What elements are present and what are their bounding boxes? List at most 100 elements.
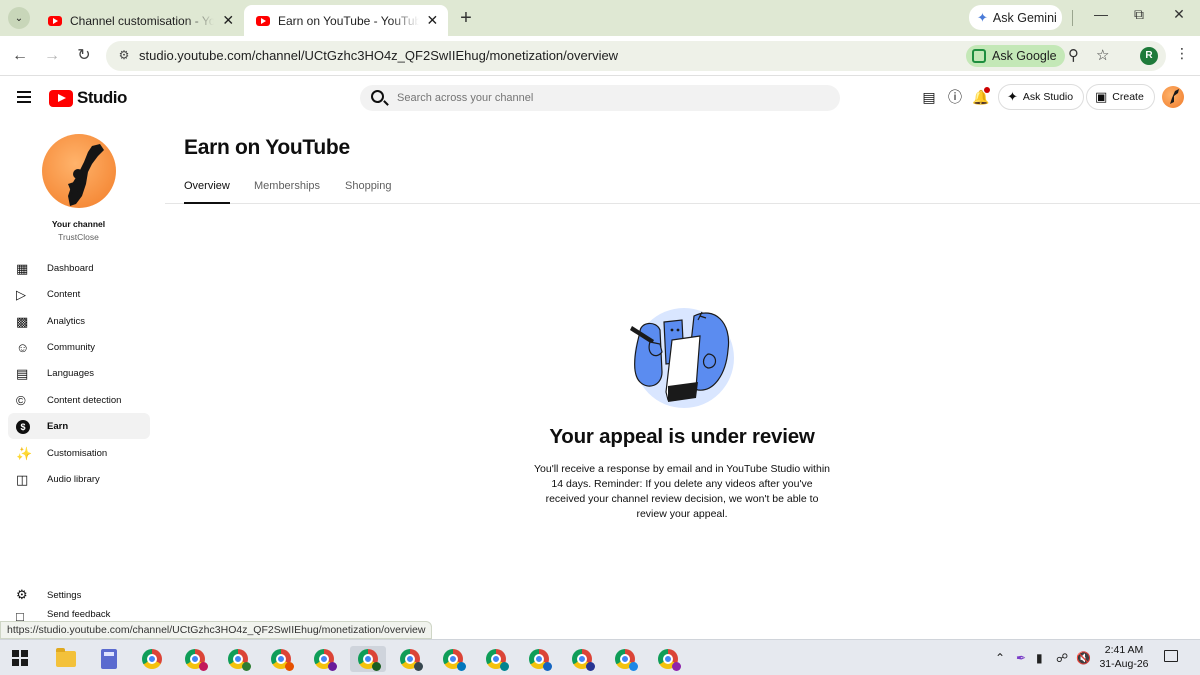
studio-header: Studio ▤ ⓘ 🔔 ✦ Ask Studio ▣ Create	[0, 76, 1200, 118]
calculator-icon[interactable]	[96, 646, 122, 672]
wand-icon: ✨	[16, 445, 33, 461]
browser-tab-earn-on-youtube[interactable]: Earn on YouTube - YouTube Studio ✕	[244, 5, 448, 36]
separator	[1072, 10, 1073, 26]
taskbar-clock[interactable]: 2:41 AM 31-Aug-26	[1096, 643, 1152, 671]
sidebar-item-languages[interactable]: ▤ Languages	[8, 360, 150, 386]
channel-avatar[interactable]	[42, 134, 116, 208]
appeal-status-description: You'll receive a response by email and i…	[533, 463, 830, 520]
close-tab-icon[interactable]: ✕	[220, 12, 236, 29]
volume-muted-icon[interactable]: 🔇	[1076, 651, 1091, 665]
search-input[interactable]	[397, 88, 817, 108]
sidebar-item-content-detection[interactable]: © Content detection	[8, 387, 150, 413]
sidebar-item-customisation[interactable]: ✨ Customisation	[8, 440, 150, 466]
chrome-profile-taskbar-icon[interactable]	[397, 646, 423, 672]
sidebar-item-label: Community	[47, 341, 96, 353]
file-explorer-icon[interactable]	[53, 646, 79, 672]
chrome-profile-taskbar-icon[interactable]	[612, 646, 638, 672]
close-tab-icon[interactable]: ✕	[425, 12, 440, 29]
chrome-profile-taskbar-icon[interactable]	[268, 646, 294, 672]
close-window-button[interactable]: ✕	[1164, 6, 1194, 23]
sidebar-item-content[interactable]: ▷ Content	[8, 281, 150, 307]
your-channel-label: Your channel	[51, 219, 106, 229]
chrome-profile-taskbar-icon[interactable]	[526, 646, 552, 672]
back-button[interactable]: ←	[10, 46, 30, 66]
account-avatar[interactable]	[1162, 86, 1184, 108]
minimize-window-button[interactable]: —	[1086, 6, 1116, 22]
gear-icon: ⚙	[16, 587, 28, 602]
site-info-icon[interactable]: ⚙	[116, 48, 132, 64]
chrome-profile-taskbar-icon[interactable]	[225, 646, 251, 672]
sidebar-item-community[interactable]: ☺ Community	[8, 334, 150, 360]
zoom-search-icon[interactable]: ⚲	[1068, 46, 1079, 64]
reload-button[interactable]: ↻	[74, 46, 94, 66]
studio-logo[interactable]: Studio	[49, 88, 127, 108]
search-icon	[371, 90, 384, 103]
create-video-icon: ▣	[1095, 89, 1108, 104]
clock-date: 31-Aug-26	[1099, 658, 1149, 670]
chrome-active-taskbar-icon[interactable]	[350, 646, 386, 672]
ask-gemini-button[interactable]: ✦ Ask Gemini	[969, 5, 1062, 30]
messages-icon[interactable]: ▤	[920, 88, 938, 106]
menu-hamburger-icon[interactable]	[17, 91, 31, 103]
audio-library-icon: ◫	[16, 471, 29, 487]
sidebar-item-dashboard[interactable]: ▦ Dashboard	[8, 255, 150, 281]
feedback-icon: □	[16, 609, 24, 621]
chrome-taskbar-icon[interactable]	[139, 646, 165, 672]
chrome-profile-taskbar-icon[interactable]	[182, 646, 208, 672]
address-bar[interactable]: ⚙ studio.youtube.com/channel/UCtGzhc3HO4…	[106, 41, 1166, 71]
tab-shopping[interactable]: Shopping	[345, 180, 392, 192]
browser-profile-avatar[interactable]: R	[1140, 47, 1158, 65]
tab-title: Channel customisation - YouTube Studio	[70, 13, 215, 28]
chrome-profile-taskbar-icon[interactable]	[655, 646, 681, 672]
pen-tray-icon[interactable]: ✒	[1016, 651, 1026, 665]
sidebar-item-send-feedback[interactable]: □ Send feedback	[8, 609, 150, 621]
tray-overflow-chevron-icon[interactable]: ⌃	[995, 651, 1005, 665]
ask-google-button[interactable]: Ask Google	[966, 45, 1065, 67]
bookmark-star-icon[interactable]: ☆	[1096, 46, 1109, 64]
tab-overview[interactable]: Overview	[184, 180, 230, 204]
sidebar-item-settings[interactable]: ⚙ Settings	[8, 583, 150, 607]
sidebar-item-label: Send feedback	[47, 609, 111, 620]
sidebar-item-earn[interactable]: $ Earn	[8, 413, 150, 439]
tab-memberships[interactable]: Memberships	[254, 180, 320, 192]
chrome-profile-taskbar-icon[interactable]	[311, 646, 337, 672]
restore-window-button[interactable]: ⧉	[1124, 6, 1154, 23]
community-icon: ☺	[16, 339, 30, 355]
sidebar-item-analytics[interactable]: ▩ Analytics	[8, 308, 150, 334]
link-status-bar: https://studio.youtube.com/channel/UCtGz…	[0, 621, 433, 639]
network-icon[interactable]: ☍	[1056, 651, 1068, 665]
sidebar-item-audio-library[interactable]: ◫ Audio library	[8, 466, 150, 492]
browser-menu-icon[interactable]: ⋮	[1175, 45, 1189, 62]
help-icon[interactable]: ⓘ	[946, 88, 964, 106]
content-icon: ▷	[16, 286, 26, 302]
dashboard-icon: ▦	[16, 260, 29, 276]
tab-search-button[interactable]: ⌄	[8, 7, 30, 29]
sidebar-item-label: Analytics	[47, 315, 86, 327]
channel-search-box[interactable]	[360, 85, 840, 111]
ask-studio-button[interactable]: ✦ Ask Studio	[998, 84, 1085, 110]
chrome-profile-taskbar-icon[interactable]	[569, 646, 595, 672]
clock-time: 2:41 AM	[1104, 644, 1144, 656]
sidebar-item-label: Languages	[47, 367, 95, 379]
youtube-favicon-icon	[48, 15, 62, 26]
windows-taskbar: ⌃ ✒ ▮ ☍ 🔇 2:41 AM 31-Aug-26	[0, 639, 1200, 675]
new-tab-button[interactable]: +	[455, 7, 477, 30]
appeal-review-illustration	[626, 302, 738, 410]
battery-icon[interactable]: ▮	[1036, 651, 1043, 665]
action-center-icon[interactable]	[1164, 650, 1178, 662]
youtube-logo-icon	[49, 89, 73, 107]
ask-studio-label: Ask Studio	[1022, 91, 1074, 103]
chrome-profile-taskbar-icon[interactable]	[440, 646, 466, 672]
youtube-favicon-icon	[256, 15, 270, 26]
browser-toolbar: ← → ↻ ⚙ studio.youtube.com/channel/UCtGz…	[0, 36, 1200, 76]
browser-tab-channel-customisation[interactable]: Channel customisation - YouTube Studio ✕	[36, 5, 244, 36]
studio-logo-text: Studio	[77, 88, 127, 107]
forward-button[interactable]: →	[42, 46, 62, 66]
sidebar-item-label: Customisation	[47, 447, 108, 459]
windows-start-icon[interactable]	[12, 650, 28, 666]
url-text[interactable]: studio.youtube.com/channel/UCtGzhc3HO4z_…	[139, 48, 618, 63]
chrome-profile-taskbar-icon[interactable]	[483, 646, 509, 672]
ask-google-label: Ask Google	[992, 49, 1057, 63]
create-button[interactable]: ▣ Create	[1086, 84, 1155, 110]
left-sidebar: Your channel TrustClose ▦ Dashboard ▷ Co…	[0, 118, 165, 638]
